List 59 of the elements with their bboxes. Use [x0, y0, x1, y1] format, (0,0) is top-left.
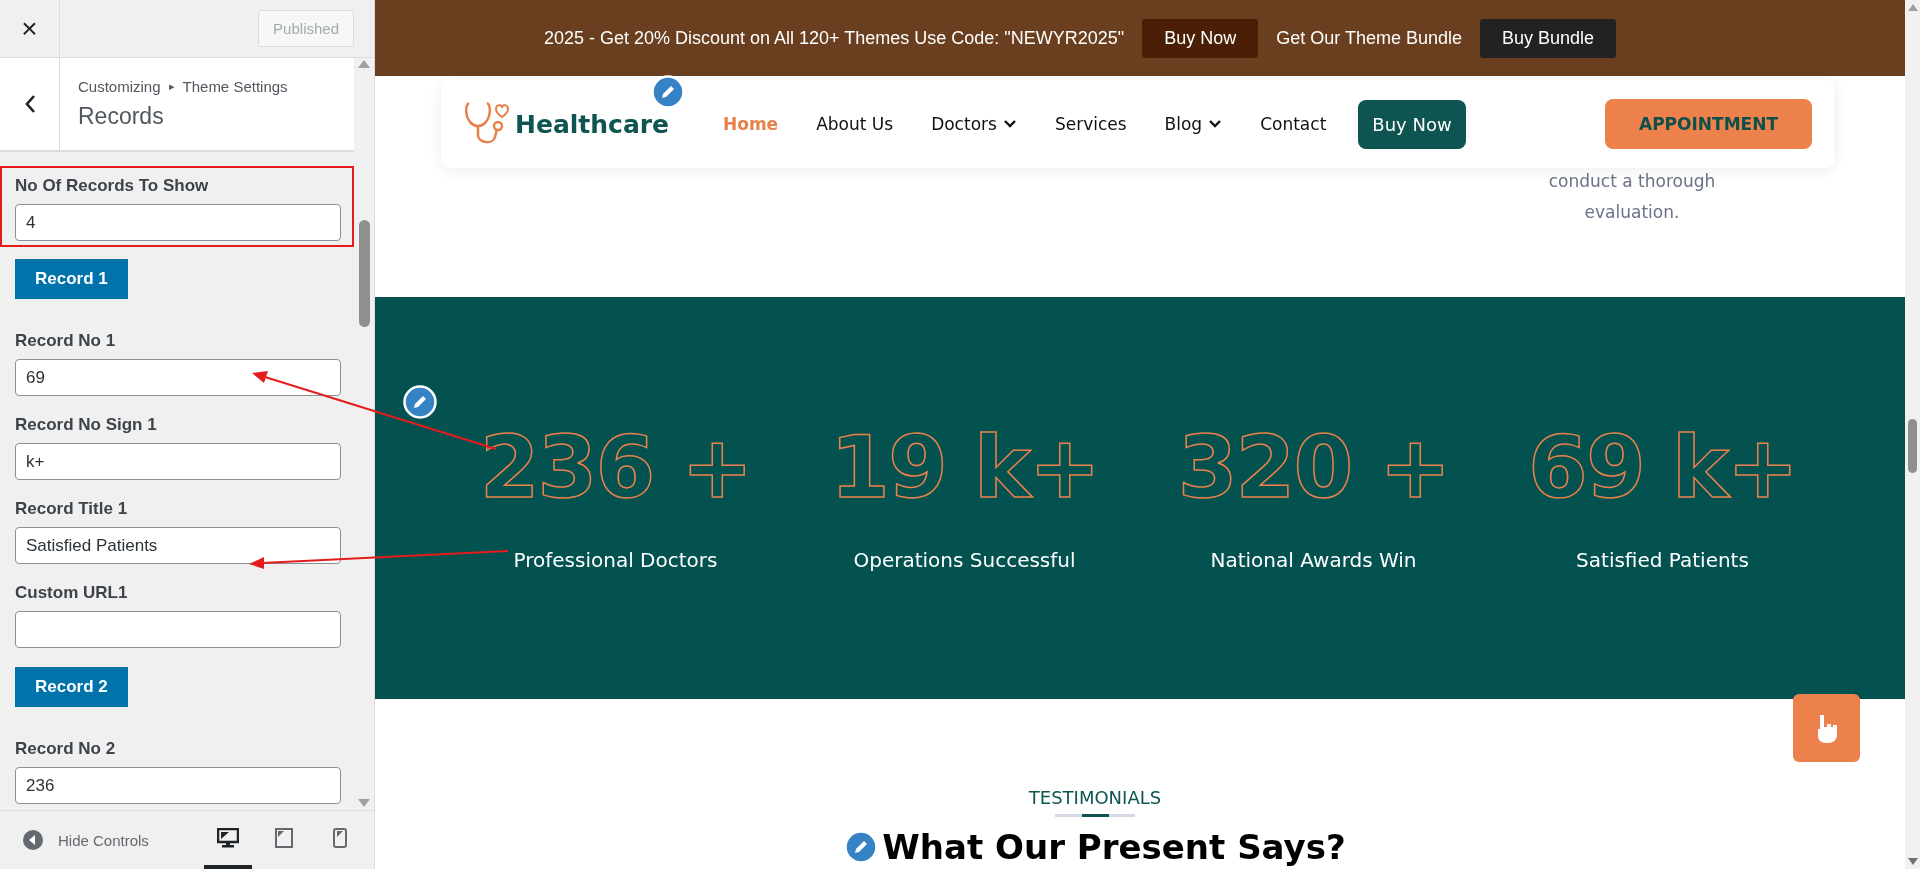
buy-bundle-button[interactable]: Buy Bundle: [1480, 18, 1617, 58]
chevron-down-icon: [1208, 119, 1223, 129]
nav-link[interactable]: Blog: [1164, 114, 1223, 134]
stat-title: Professional Doctors: [513, 548, 718, 572]
breadcrumb-parent: Customizing: [78, 78, 161, 95]
input-field[interactable]: 69: [15, 359, 341, 396]
breadcrumb-separator: ▸: [168, 80, 175, 94]
input-field[interactable]: k+: [15, 443, 341, 480]
site-logo[interactable]: Healthcare: [515, 109, 670, 139]
buy-now-button[interactable]: Buy Now: [1358, 99, 1466, 149]
section-heading: What Our Present Says?: [882, 827, 1346, 867]
input-field[interactable]: [15, 611, 341, 648]
chevron-down-icon: [1002, 119, 1017, 129]
section-eyebrow: TESTIMONIALS: [1028, 787, 1162, 808]
close-button[interactable]: ×: [0, 0, 60, 57]
scroll-thumb[interactable]: [358, 220, 370, 327]
desktop-icon: [217, 828, 239, 848]
field-label: Record No 1: [15, 331, 117, 351]
field-label: Record Title 1: [15, 499, 129, 519]
paragraph-text: conduct a thorough evaluation.: [1547, 170, 1717, 224]
edit-pencil-icon[interactable]: [403, 385, 437, 419]
promo-text: 2025 - Get 20% Discount on All 120+ Themes Use Code: "NEWYR2025": [543, 27, 1125, 49]
nav-link[interactable]: Doctors: [931, 114, 1017, 134]
collapse-icon: [22, 829, 44, 851]
scroll-up-icon: [358, 60, 370, 68]
breadcrumb-section: Theme Settings: [182, 78, 288, 95]
edit-pencil-icon[interactable]: [844, 830, 879, 864]
stat-title: National Awards Win: [1210, 548, 1417, 572]
field-label: Record No 2: [15, 739, 117, 759]
promo-text: Get Our Theme Bundle: [1276, 27, 1462, 49]
field-label: Custom URL1: [15, 583, 129, 603]
mobile-icon: [333, 828, 347, 848]
section-title: Records: [78, 103, 165, 130]
stat-number: 19 k+: [830, 424, 1099, 510]
stat-number: 69 k+: [1528, 424, 1797, 510]
hide-controls-button[interactable]: Hide Controls: [16, 828, 155, 852]
hand-pointer-button[interactable]: [1793, 694, 1860, 762]
input-field[interactable]: Satisfied Patients: [15, 527, 341, 564]
stat-number: 320 +: [1177, 424, 1450, 510]
stat-title: Operations Successful: [853, 548, 1076, 572]
nav-link[interactable]: Contact: [1260, 114, 1327, 134]
scroll-thumb[interactable]: [1908, 419, 1917, 473]
edit-pencil-icon[interactable]: [651, 75, 685, 109]
stat-title: Satisfied Patients: [1576, 548, 1749, 572]
input-field[interactable]: 236: [15, 767, 341, 804]
stat-number: 236 +: [479, 424, 752, 510]
scroll-up-icon: [1907, 4, 1918, 11]
tablet-icon: [275, 828, 293, 848]
back-icon: [23, 94, 36, 114]
record-heading-button[interactable]: Record 1: [15, 259, 128, 299]
field-label: Record No Sign 1: [15, 415, 158, 435]
record-heading-button[interactable]: Record 2: [15, 667, 128, 707]
nav-link[interactable]: About Us: [816, 114, 894, 134]
field-label: No Of Records To Show: [15, 176, 210, 196]
nav-link[interactable]: Services: [1054, 114, 1127, 134]
buy-now-button[interactable]: Buy Now: [1142, 18, 1259, 58]
input-field[interactable]: 4: [15, 204, 341, 241]
scroll-down-icon: [358, 799, 370, 807]
scroll-down-icon: [1907, 858, 1918, 865]
